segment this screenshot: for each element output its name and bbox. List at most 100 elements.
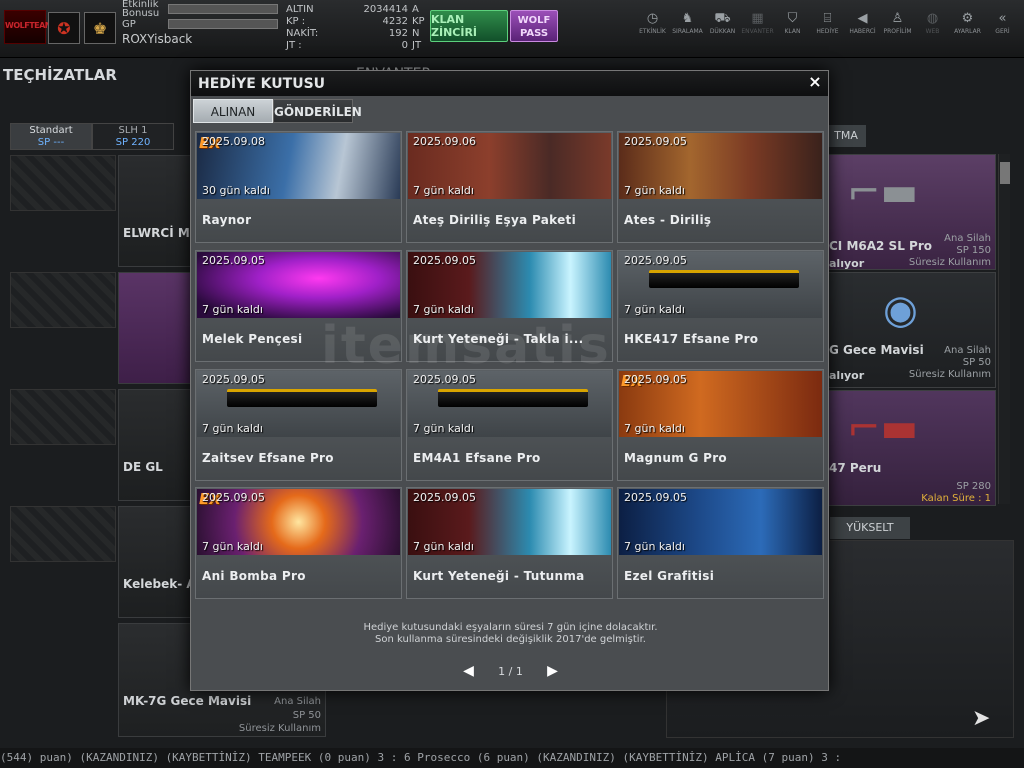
currency-value: 2034414 [363,4,408,15]
inventory-scrollbar[interactable] [998,154,1010,504]
page-indicator: 1 / 1 [498,664,523,678]
game-logo: WOLFTEAM [4,10,53,44]
mask-icon: ◉ [883,287,918,333]
gift-card[interactable]: 2025.09.06 7 gün kaldı Ateş Diriliş Eşya P… [406,131,613,243]
nav-profilim[interactable]: ♙ PROFİLİM [880,10,915,35]
gift-title: EM4A1 Efsane Pro [413,450,541,465]
inventory-sort-tab[interactable]: TMA [826,125,866,147]
upgrade-tab[interactable]: YÜKSELT [830,517,910,539]
inventory-item[interactable]: ⌐▬ 47 Peru SP 280 Kalan Süre : 1 [826,390,996,506]
gift-days-left: 7 gün kaldı [202,421,263,435]
item-status: alıyor [829,369,865,382]
nav-label: ETKİNLİK [639,28,666,35]
mouse-cursor-icon: ➤ [972,706,991,731]
slot-tab-standart[interactable]: Standart SP --- [10,123,92,150]
megaphone-icon: ◀ [857,11,868,26]
wolf-pass-button[interactable]: WOLF PASS [510,10,558,42]
nav-label: PROFİLİM [883,28,912,35]
currency-value: 0 [401,40,408,51]
nav-klan[interactable]: ⛉ KLAN [775,10,810,35]
gift-date: 2025.09.06 [413,135,476,148]
gift-date: 2025.09.05 [624,135,687,148]
gift-card[interactable]: EX 2025.09.05 7 gün kaldı Ani Bomba Pro [195,487,402,600]
expiry-note: Hediye kutusundaki eşyaların süresi 7 gü… [191,622,830,646]
inventory-item[interactable]: ⌐▬ CI M6A2 SL Pro Ana Silah SP 150 alıyo… [826,154,996,270]
item-sp: SP 50 [292,710,321,721]
gift-days-left: 7 gün kaldı [413,184,474,197]
slot-tabs: Standart SP --- SLH 1 SP 220 [10,123,174,150]
gift-days-left: 30 gün kaldı [202,184,270,197]
gift-date: 2025.09.05 [624,372,687,386]
equipped-item-name: Kelebek- A [123,577,196,591]
gift-card[interactable]: 2025.09.05 7 gün kaldı Ezel Grafitisi [617,487,824,600]
gift-tabs: ALINAN GÖNDERİLEN [193,99,362,123]
gift-card[interactable]: 2025.09.05 7 gün kaldı Kurt Yeteneği - Tak… [406,249,613,362]
inventory-item[interactable]: ◉ G Gece Mavisi Ana Silah SP 50 alıyor S… [826,272,996,388]
scroll-thumb[interactable] [1000,162,1010,184]
nav-etkinlik[interactable]: ◷ ETKİNLİK [635,10,670,35]
gift-card[interactable]: 2025.09.05 7 gün kaldı Zaitsev Efsane Pro [195,368,402,481]
rifle-icon: ⌐▬ [847,169,919,215]
gift-title: Ates - Diriliş [624,213,712,227]
gift-card[interactable]: 2025.09.05 7 gün kaldı Ates - Diriliş [617,131,824,243]
gift-date: 2025.09.05 [202,372,265,386]
nav-label: HEDİYE [816,28,839,35]
gift-days-left: 7 gün kaldı [413,302,474,316]
tab-sent[interactable]: GÖNDERİLEN [273,99,362,123]
close-button[interactable]: × [806,73,824,91]
item-name: G Gece Mavisi [829,343,924,357]
next-page-button[interactable]: ▶ [543,663,563,679]
gp-label: GP [122,18,136,30]
prev-page-button[interactable]: ◀ [459,663,479,679]
clan-chain-button[interactable]: KLAN ZİNCİRİ [430,10,508,42]
currency-value: 4232 [382,16,408,27]
gift-days-left: 7 gün kaldı [202,302,263,316]
nav-hediye[interactable]: ⌸ HEDİYE [810,10,845,35]
gift-date: 2025.09.08 [202,135,265,148]
gift-card[interactable]: EX 2025.09.08 30 gün kaldı Raynor [195,131,402,243]
gift-card[interactable]: 2025.09.05 7 gün kaldı Kurt Yeteneği - Tut… [406,487,613,600]
currency-label: ALTIN [286,4,314,15]
expiry-note-line: Son kullanma süresindeki değişiklik 2017… [375,634,646,645]
gift-title: HKE417 Efsane Pro [624,331,759,346]
item-sp: SP 50 [962,357,991,368]
equip-slot[interactable] [10,506,116,562]
nav-dukkan[interactable]: ⛟ DÜKKAN [705,10,740,35]
nav-ayarlar[interactable]: ⚙ AYARLAR [950,10,985,35]
top-nav: ◷ ETKİNLİK ♞ SIRALAMA ⛟ DÜKKAN ▦ ENVANTER ⛉ K… [635,10,1020,35]
gift-card[interactable]: 2025.09.05 7 gün kaldı Melek Pençesi [195,249,402,362]
nav-label: KLAN [784,28,801,35]
gift-title: Magnum G Pro [624,450,727,465]
gift-card[interactable]: 2025.09.05 7 gün kaldı HKE417 Efsane Pro [617,249,824,362]
item-duration: Süresiz Kullanım [908,257,991,268]
gift-days-left: 7 gün kaldı [202,540,263,554]
gift-card[interactable]: EX 2025.09.05 7 gün kaldı Magnum G Pro [617,368,824,481]
equip-slot[interactable] [10,155,116,211]
equip-slot[interactable] [10,389,116,445]
gear-icon: ⚙ [961,11,974,26]
gift-title: Kurt Yeteneği - Tutunma [413,569,585,584]
currency-row: KP : 4232 KP [286,16,425,28]
item-sp: SP 150 [956,245,991,256]
top-bar: WOLFTEAM ✪ ♚ Etkinlik Bonusu GP ROXYisba… [0,0,1024,58]
nav-envanter[interactable]: ▦ ENVANTER [740,10,775,35]
tab-received[interactable]: ALINAN [193,99,273,123]
wolf-icon: ♞ [681,11,694,26]
nav-haberci[interactable]: ◀ HABERCİ [845,10,880,35]
slot-tab-slh1[interactable]: SLH 1 SP 220 [92,123,174,150]
nav-siralama[interactable]: ♞ SIRALAMA [670,10,705,35]
weapon-icon [438,388,588,407]
bonus-label: Etkinlik Bonusu [122,0,160,19]
slot-tab-sp: SP --- [37,137,65,148]
rank-badge-icon: ✪ [48,12,80,44]
gift-card[interactable]: 2025.09.05 7 gün kaldı EM4A1 Efsane Pro [406,368,613,481]
gift-days-left: 7 gün kaldı [624,184,685,197]
inventory-icon: ▦ [751,11,764,26]
nav-web[interactable]: ◍ WEB [915,10,950,35]
item-duration: Kalan Süre : 1 [921,493,991,504]
equip-slot[interactable] [10,272,116,328]
gift-title: Melek Pençesi [202,331,303,346]
nav-geri[interactable]: « GERİ [985,10,1020,35]
equipment-title: TEÇHİZATLAR [3,66,117,84]
equipped-item-name: DE GL [123,460,163,474]
